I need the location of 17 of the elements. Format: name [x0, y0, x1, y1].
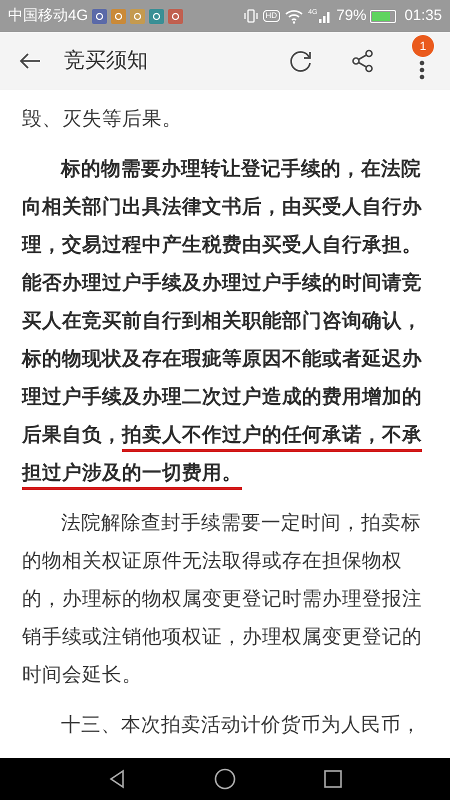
paragraph: 标的物需要办理转让登记手续的，在法院向相关部门出具法律文书后，由买受人自行办理，交易过程中产生税费由买受人自行承担。能否办理过户手续及办理过户手续的时间请竞买人在竞买前自行到相关职能部门咨询确认，标的物现状及存在瑕疵等原因不能或者延迟办理过户手续及办理二次过户造成的费用增加的后果自负，拍卖人不作过户的任何承诺，不承担过户涉及的一切费用。	[22, 150, 428, 492]
clock-time: 01:35	[404, 6, 442, 26]
notification-badge: 1	[412, 35, 434, 57]
signal-icon	[318, 9, 332, 23]
more-button[interactable]	[417, 59, 427, 81]
recents-nav-icon[interactable]	[322, 769, 343, 789]
paragraph: 法院解除查封手续需要一定时间，拍卖标的物相关权证原件无法取得或存在担保物权的，办理标的物权属变更登记时需办理登报注销手续或注销他项权证，办理权属变更登记的时间会延长。	[22, 511, 423, 688]
paragraph: 毁、灭失等后果。	[22, 107, 183, 132]
paragraph: 十三、本次拍卖活动计价货币为人民币，	[60, 713, 422, 738]
battery-percent: 79%	[336, 6, 366, 26]
wifi-icon	[284, 8, 304, 24]
page-title: 竞买须知	[64, 48, 149, 74]
carrier-name: 中国移动4G	[8, 6, 88, 26]
hd-label: HD	[262, 10, 280, 22]
home-nav-icon[interactable]	[214, 768, 236, 790]
battery-icon	[370, 10, 396, 22]
vibrate-icon	[242, 8, 259, 24]
